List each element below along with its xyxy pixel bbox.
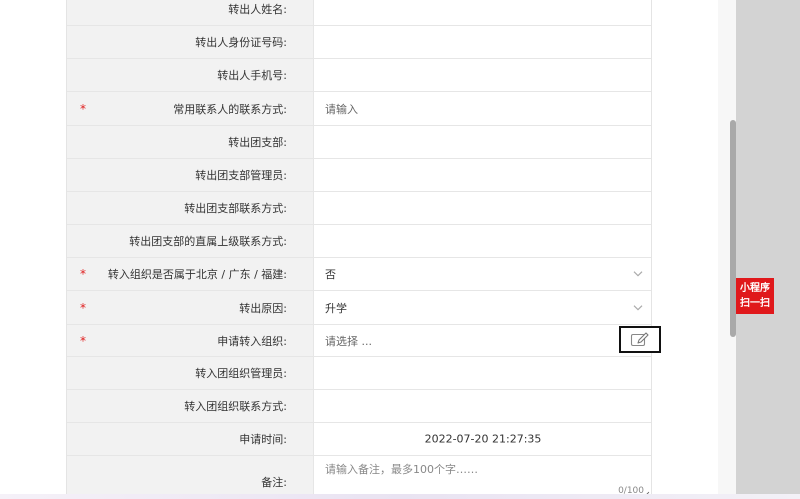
row-label-cell: * 申请转入组织: <box>67 325 314 356</box>
branch-value <box>314 126 651 158</box>
remarks-textarea[interactable]: 请输入备注，最多100个字…… 0/100 <box>314 456 651 499</box>
field-label: 转出人姓名: <box>228 2 287 16</box>
region-select[interactable]: 否 <box>314 258 651 290</box>
field-label: 转出团支部联系方式: <box>184 202 287 215</box>
row-superior-contact: 转出团支部的直属上级联系方式: <box>67 225 651 258</box>
field-label: 申请时间: <box>239 433 287 446</box>
reason-select[interactable]: 升学 <box>314 291 651 324</box>
target-contact-value <box>314 390 651 422</box>
row-region-select: * 转入组织是否属于北京 / 广东 / 福建: 否 <box>67 258 651 291</box>
required-mark: * <box>80 267 86 281</box>
picker-placeholder: 请选择 ... <box>325 334 372 348</box>
field-label: 转出团支部管理员: <box>195 169 287 182</box>
field-label: 转出人手机号: <box>217 69 287 82</box>
select-value: 否 <box>325 268 336 281</box>
field-label: 申请转入组织: <box>217 334 287 348</box>
input-placeholder: 请输入 <box>325 102 358 116</box>
phone-value <box>314 59 651 91</box>
field-label: 转出团支部: <box>228 136 287 149</box>
row-label-cell: 备注: <box>67 456 314 499</box>
miniprogram-label: 小程序 <box>740 283 770 294</box>
row-branch-admin: 转出团支部管理员: <box>67 159 651 192</box>
row-label-cell: 转出团支部联系方式: <box>67 192 314 224</box>
target-org-picker[interactable]: 请选择 ... <box>314 325 651 356</box>
field-label: 转入团组织管理员: <box>195 367 287 380</box>
chevron-down-icon <box>633 304 643 311</box>
contact-info-input[interactable]: 请输入 <box>314 92 651 125</box>
row-reason-select: * 转出原因: 升学 <box>67 291 651 325</box>
required-mark: * <box>80 333 86 348</box>
row-transfer-out-name: 转出人姓名: <box>67 0 651 26</box>
row-label-cell: 转出人身份证号码: <box>67 26 314 58</box>
row-branch-contact: 转出团支部联系方式: <box>67 192 651 225</box>
row-label-cell: * 转入组织是否属于北京 / 广东 / 福建: <box>67 258 314 290</box>
field-label: 常用联系人的联系方式: <box>173 102 287 116</box>
scan-label: 扫一扫 <box>740 298 770 309</box>
field-label: 备注: <box>261 476 287 489</box>
row-label-cell: * 转出原因: <box>67 291 314 324</box>
transfer-out-name-value <box>314 0 651 25</box>
target-admin-value <box>314 357 651 389</box>
row-target-org: * 申请转入组织: 请选择 ... <box>67 325 651 357</box>
field-label: 转入组织是否属于北京 / 广东 / 福建: <box>107 268 287 281</box>
row-label-cell: 转出团支部管理员: <box>67 159 314 191</box>
field-label: 转出人身份证号码: <box>195 36 287 49</box>
superior-contact-value <box>314 225 651 257</box>
row-target-contact: 转入团组织联系方式: <box>67 390 651 423</box>
row-label-cell: 转入团组织联系方式: <box>67 390 314 422</box>
id-number-value <box>314 26 651 58</box>
row-label-cell: 申请时间: <box>67 423 314 455</box>
bottom-edge <box>0 494 800 499</box>
row-label-cell: 转出人手机号: <box>67 59 314 91</box>
row-label-cell: * 常用联系人的联系方式: <box>67 92 314 125</box>
required-mark: * <box>80 300 86 315</box>
branch-admin-value <box>314 159 651 191</box>
apply-time-text: 2022-07-20 21:27:35 <box>424 432 542 446</box>
row-target-admin: 转入团组织管理员: <box>67 357 651 390</box>
row-label-cell: 转入团组织管理员: <box>67 357 314 389</box>
required-mark: * <box>80 101 86 116</box>
row-contact-info: * 常用联系人的联系方式: 请输入 <box>67 92 651 126</box>
row-label-cell: 转出团支部: <box>67 126 314 158</box>
row-label-cell: 转出人姓名: <box>67 0 314 25</box>
field-label: 转出团支部的直属上级联系方式: <box>129 235 287 248</box>
textarea-placeholder: 请输入备注，最多100个字…… <box>325 463 478 476</box>
row-id-number: 转出人身份证号码: <box>67 26 651 59</box>
row-apply-time: 申请时间: 2022-07-20 21:27:35 <box>67 423 651 456</box>
row-remarks: 备注: 请输入备注，最多100个字…… 0/100 <box>67 456 651 499</box>
row-branch: 转出团支部: <box>67 126 651 159</box>
field-label: 转出原因: <box>239 301 287 315</box>
transfer-form: 转出人姓名: 转出人身份证号码: 转出人手机号: * 常用联系人的联系方式: 请输… <box>66 0 652 499</box>
apply-time-value: 2022-07-20 21:27:35 <box>314 423 651 455</box>
edit-pencil-button[interactable] <box>619 326 661 353</box>
right-side-panel: 小程序 扫一扫 <box>718 0 800 499</box>
field-label: 转入团组织联系方式: <box>184 400 287 413</box>
chevron-down-icon <box>633 271 643 277</box>
miniprogram-scan-badge[interactable]: 小程序 扫一扫 <box>736 278 774 314</box>
pencil-edit-icon <box>630 331 649 346</box>
row-label-cell: 转出团支部的直属上级联系方式: <box>67 225 314 257</box>
select-value: 升学 <box>325 301 347 315</box>
branch-contact-value <box>314 192 651 224</box>
row-phone: 转出人手机号: <box>67 59 651 92</box>
